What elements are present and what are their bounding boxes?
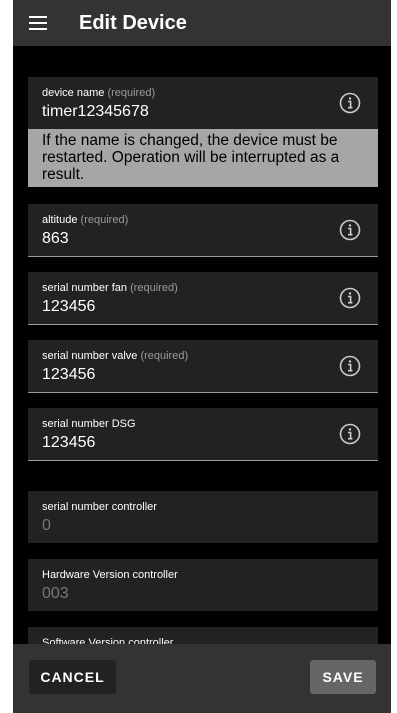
page-title: Edit Device [79, 11, 187, 34]
serial-valve-label: serial number valve (required) [42, 350, 188, 362]
app-bar: Edit Device [13, 0, 391, 46]
required-hint: (required) [107, 87, 156, 99]
cancel-button[interactable]: CANCEL [29, 660, 116, 694]
info-icon[interactable] [338, 91, 362, 115]
serial-dsg-label: serial number DSG [42, 418, 136, 430]
required-hint: (required) [130, 282, 178, 294]
device-name-field[interactable]: device name (required) timer12345678 [28, 77, 378, 130]
device-name-label-text: device name [42, 87, 105, 99]
device-name-label: device name (required) [42, 87, 155, 99]
serial-valve-value[interactable]: 123456 [42, 366, 95, 384]
info-icon[interactable] [338, 422, 362, 446]
serial-fan-field[interactable]: serial number fan (required) 123456 [28, 272, 378, 325]
altitude-value[interactable]: 863 [42, 230, 69, 248]
device-name-value[interactable]: timer12345678 [42, 103, 149, 121]
serial-fan-label-text: serial number fan [42, 282, 127, 294]
info-icon[interactable] [338, 218, 362, 242]
serial-controller-label: serial number controller [42, 501, 157, 513]
save-button[interactable]: SAVE [310, 660, 376, 694]
required-hint: (required) [140, 350, 189, 362]
altitude-field[interactable]: altitude (required) 863 [28, 204, 378, 257]
info-icon[interactable] [338, 354, 362, 378]
serial-dsg-field[interactable]: serial number DSG 123456 [28, 408, 378, 461]
rename-warning: If the name is changed, the device must … [28, 129, 378, 187]
altitude-label: altitude (required) [42, 214, 128, 226]
serial-controller-field: serial number controller 0 [28, 491, 378, 543]
hardware-version-label: Hardware Version controller [42, 569, 178, 581]
hardware-version-value: 003 [42, 585, 69, 602]
menu-button[interactable] [13, 0, 63, 46]
required-hint: (required) [80, 214, 129, 226]
serial-fan-label: serial number fan (required) [42, 282, 178, 294]
serial-dsg-value[interactable]: 123456 [42, 434, 95, 452]
edit-device-screen: Edit Device device name (required) timer… [13, 0, 391, 713]
bottom-action-bar: CANCEL SAVE [13, 644, 391, 713]
hamburger-menu-icon [29, 16, 47, 30]
serial-valve-label-text: serial number valve [42, 350, 138, 362]
serial-fan-value[interactable]: 123456 [42, 298, 95, 316]
serial-valve-field[interactable]: serial number valve (required) 123456 [28, 340, 378, 393]
serial-controller-value: 0 [42, 517, 51, 534]
info-icon[interactable] [338, 286, 362, 310]
altitude-label-text: altitude [42, 214, 78, 226]
hardware-version-field: Hardware Version controller 003 [28, 559, 378, 611]
